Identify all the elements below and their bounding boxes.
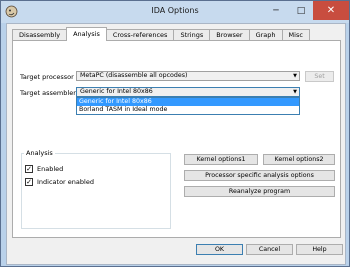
maximize-button[interactable]: □ bbox=[289, 1, 313, 20]
ida-options-window: IDA Options ─ □ ✕ Disassembly Analysis C… bbox=[0, 0, 350, 267]
target-processor-label: Target processor bbox=[20, 73, 74, 81]
target-assembler-label: Target assembler bbox=[20, 89, 76, 97]
kernel-options2-button[interactable]: Kernel options2 bbox=[263, 154, 335, 165]
analysis-tab-panel: Target processor MetaPC (disassemble all… bbox=[12, 40, 341, 238]
processor-specific-options-button[interactable]: Processor specific analysis options bbox=[184, 170, 335, 181]
title-bar[interactable]: IDA Options ─ □ ✕ bbox=[1, 1, 349, 23]
tab-analysis[interactable]: Analysis bbox=[66, 27, 107, 41]
assembler-dropdown-list: Generic for Intel 80x86 Borland TASM in … bbox=[76, 97, 300, 115]
check-icon: ✓ bbox=[26, 165, 32, 173]
reanalyze-program-button[interactable]: Reanalyze program bbox=[184, 186, 335, 197]
assembler-option[interactable]: Generic for Intel 80x86 bbox=[77, 98, 299, 106]
chevron-down-icon: ▼ bbox=[293, 89, 297, 95]
enabled-checkbox-label: Enabled bbox=[37, 165, 64, 173]
set-button[interactable]: Set bbox=[305, 71, 334, 82]
enabled-checkbox[interactable]: ✓ bbox=[25, 165, 33, 173]
chevron-down-icon: ▼ bbox=[293, 73, 297, 79]
check-icon: ✓ bbox=[26, 178, 32, 186]
dialog-client-area: Disassembly Analysis Cross-references St… bbox=[6, 23, 346, 265]
cancel-button[interactable]: Cancel bbox=[246, 244, 293, 255]
target-assembler-select[interactable]: Generic for Intel 80x86 ▼ bbox=[76, 87, 300, 97]
target-processor-value: MetaPC (disassemble all opcodes) bbox=[80, 72, 188, 79]
indicator-enabled-checkbox[interactable]: ✓ bbox=[25, 178, 33, 186]
target-assembler-value: Generic for Intel 80x86 bbox=[80, 88, 153, 95]
close-button[interactable]: ✕ bbox=[313, 1, 349, 20]
kernel-options1-button[interactable]: Kernel options1 bbox=[184, 154, 258, 165]
target-processor-select[interactable]: MetaPC (disassemble all opcodes) ▼ bbox=[76, 71, 300, 81]
ok-button[interactable]: OK bbox=[196, 244, 243, 255]
help-button[interactable]: Help bbox=[296, 244, 343, 255]
tab-strip: Disassembly Analysis Cross-references St… bbox=[12, 27, 310, 41]
assembler-option[interactable]: Borland TASM in Ideal mode bbox=[77, 106, 299, 114]
analysis-group-title: Analysis bbox=[24, 149, 55, 157]
indicator-enabled-label: Indicator enabled bbox=[37, 178, 94, 186]
minimize-button[interactable]: ─ bbox=[263, 1, 289, 20]
